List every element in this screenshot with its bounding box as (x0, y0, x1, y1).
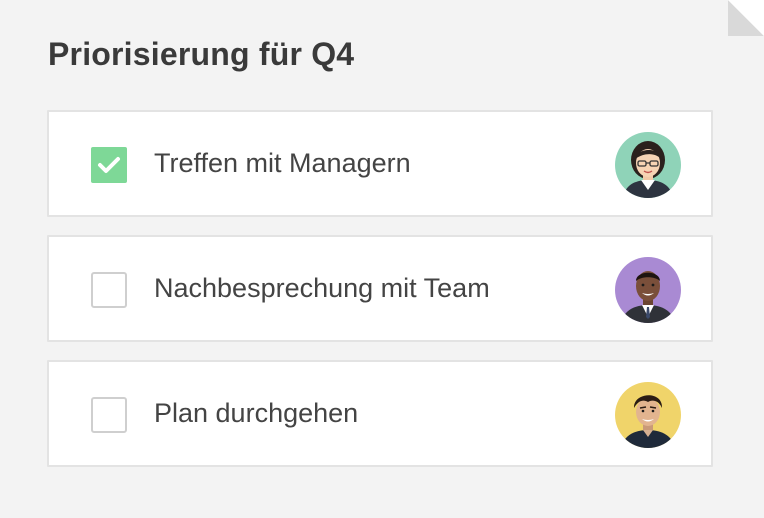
task-card: Priorisierung für Q4 Treffen mit Manager… (0, 0, 764, 518)
task-label: Nachbesprechung mit Team (154, 273, 490, 303)
avatar-woman-glasses-icon (615, 132, 681, 198)
card-title: Priorisierung für Q4 (48, 36, 355, 72)
checkmark-icon (98, 157, 120, 173)
assignee-avatar[interactable] (615, 382, 681, 448)
task-checkbox-checked[interactable] (91, 147, 127, 183)
task-label: Treffen mit Managern (154, 148, 411, 178)
page-corner-fold-icon (728, 0, 764, 36)
task-row[interactable]: Nachbesprechung mit Team (47, 235, 713, 342)
task-label: Plan durchgehen (154, 398, 359, 428)
avatar-man-purple-icon (615, 257, 681, 323)
task-checkbox[interactable] (91, 397, 127, 433)
assignee-avatar[interactable] (615, 132, 681, 198)
task-row[interactable]: Plan durchgehen (47, 360, 713, 467)
avatar-man-yellow-icon (615, 382, 681, 448)
assignee-avatar[interactable] (615, 257, 681, 323)
task-checkbox[interactable] (91, 272, 127, 308)
task-row[interactable]: Treffen mit Managern (47, 110, 713, 217)
